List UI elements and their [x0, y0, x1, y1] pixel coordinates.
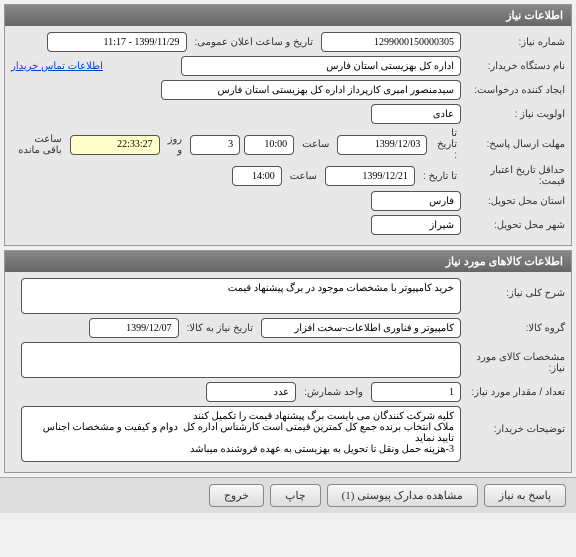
spec-label: مشخصات کالای مورد نیاز:: [465, 342, 565, 374]
need-date-input[interactable]: [89, 318, 179, 338]
desc-label: شرح کلی نیاز:: [465, 278, 565, 299]
row-province: استان محل تحویل:: [11, 191, 565, 211]
row-priority: اولویت نیاز :: [11, 104, 565, 124]
goods-info-panel: اطلاعات کالاهای مورد نیاز شرح کلی نیاز: …: [4, 250, 572, 473]
days-label: روز و: [164, 134, 187, 156]
deadline-label: مهلت ارسال پاسخ:: [465, 139, 565, 150]
exit-button[interactable]: خروج: [209, 484, 264, 507]
creator-label: ایجاد کننده درخواست:: [465, 85, 565, 96]
unit-input[interactable]: [206, 382, 296, 402]
panel2-body: شرح کلی نیاز: گروه کالا: تاریخ نیاز به ک…: [5, 272, 571, 472]
announce-label: تاریخ و ساعت اعلان عمومی:: [191, 37, 318, 48]
deadline-date-input[interactable]: [337, 135, 427, 155]
panel1-body: شماره نیاز: تاریخ و ساعت اعلان عمومی: نا…: [5, 26, 571, 245]
announce-input[interactable]: [47, 32, 187, 52]
time-remaining-input[interactable]: [70, 135, 160, 155]
row-creator: ایجاد کننده درخواست:: [11, 80, 565, 100]
row-buyer: نام دستگاه خریدار: اطلاعات تماس خریدار: [11, 56, 565, 76]
desc-textarea[interactable]: [21, 278, 461, 314]
need-number-label: شماره نیاز:: [465, 37, 565, 48]
time-label-1: ساعت: [298, 139, 333, 150]
province-input[interactable]: [371, 191, 461, 211]
group-label: گروه کالا:: [465, 323, 565, 334]
province-label: استان محل تحویل:: [465, 196, 565, 207]
button-bar: پاسخ به نیاز مشاهده مدارک پیوستی (1) چاپ…: [0, 477, 576, 513]
min-credit-until: تا تاریخ :: [419, 171, 461, 182]
need-info-panel: اطلاعات نیاز شماره نیاز: تاریخ و ساعت اع…: [4, 4, 572, 246]
until-label: تا تاریخ :: [431, 128, 461, 161]
group-input[interactable]: [261, 318, 461, 338]
need-date-label: تاریخ نیاز به کالا:: [183, 323, 257, 334]
notes-textarea[interactable]: [21, 406, 461, 462]
creator-input[interactable]: [161, 80, 461, 100]
min-credit-time-input[interactable]: [232, 166, 282, 186]
row-min-credit: حداقل تاریخ اعتبار قیمت: تا تاریخ : ساعت: [11, 165, 565, 187]
unit-label: واحد شمارش:: [300, 387, 367, 398]
row-deadline: مهلت ارسال پاسخ: تا تاریخ : ساعت روز و س…: [11, 128, 565, 161]
row-group: گروه کالا: تاریخ نیاز به کالا:: [11, 318, 565, 338]
need-number-input[interactable]: [321, 32, 461, 52]
spec-textarea[interactable]: [21, 342, 461, 378]
remaining-label: ساعت باقی مانده: [11, 134, 66, 156]
row-notes: توضیحات خریدار:: [11, 406, 565, 462]
row-qty: تعداد / مقدار مورد نیاز: واحد شمارش:: [11, 382, 565, 402]
city-input[interactable]: [371, 215, 461, 235]
notes-label: توضیحات خریدار:: [465, 406, 565, 435]
row-city: شهر محل تحویل:: [11, 215, 565, 235]
deadline-time-input[interactable]: [244, 135, 294, 155]
time-label-2: ساعت: [286, 171, 321, 182]
buyer-contact-link[interactable]: اطلاعات تماس خریدار: [11, 61, 103, 72]
city-label: شهر محل تحویل:: [465, 220, 565, 231]
attachments-button[interactable]: مشاهده مدارک پیوستی (1): [327, 484, 478, 507]
days-remaining-input[interactable]: [190, 135, 240, 155]
qty-input[interactable]: [371, 382, 461, 402]
reply-button[interactable]: پاسخ به نیاز: [484, 484, 566, 507]
buyer-label: نام دستگاه خریدار:: [465, 61, 565, 72]
min-credit-date-input[interactable]: [325, 166, 415, 186]
panel2-header: اطلاعات کالاهای مورد نیاز: [5, 251, 571, 272]
priority-input[interactable]: [371, 104, 461, 124]
row-need-number: شماره نیاز: تاریخ و ساعت اعلان عمومی:: [11, 32, 565, 52]
buyer-input[interactable]: [181, 56, 461, 76]
row-desc: شرح کلی نیاز:: [11, 278, 565, 314]
min-credit-label: حداقل تاریخ اعتبار قیمت:: [465, 165, 565, 187]
print-button[interactable]: چاپ: [270, 484, 321, 507]
qty-label: تعداد / مقدار مورد نیاز:: [465, 387, 565, 398]
priority-label: اولویت نیاز :: [465, 109, 565, 120]
panel1-header: اطلاعات نیاز: [5, 5, 571, 26]
row-spec: مشخصات کالای مورد نیاز:: [11, 342, 565, 378]
